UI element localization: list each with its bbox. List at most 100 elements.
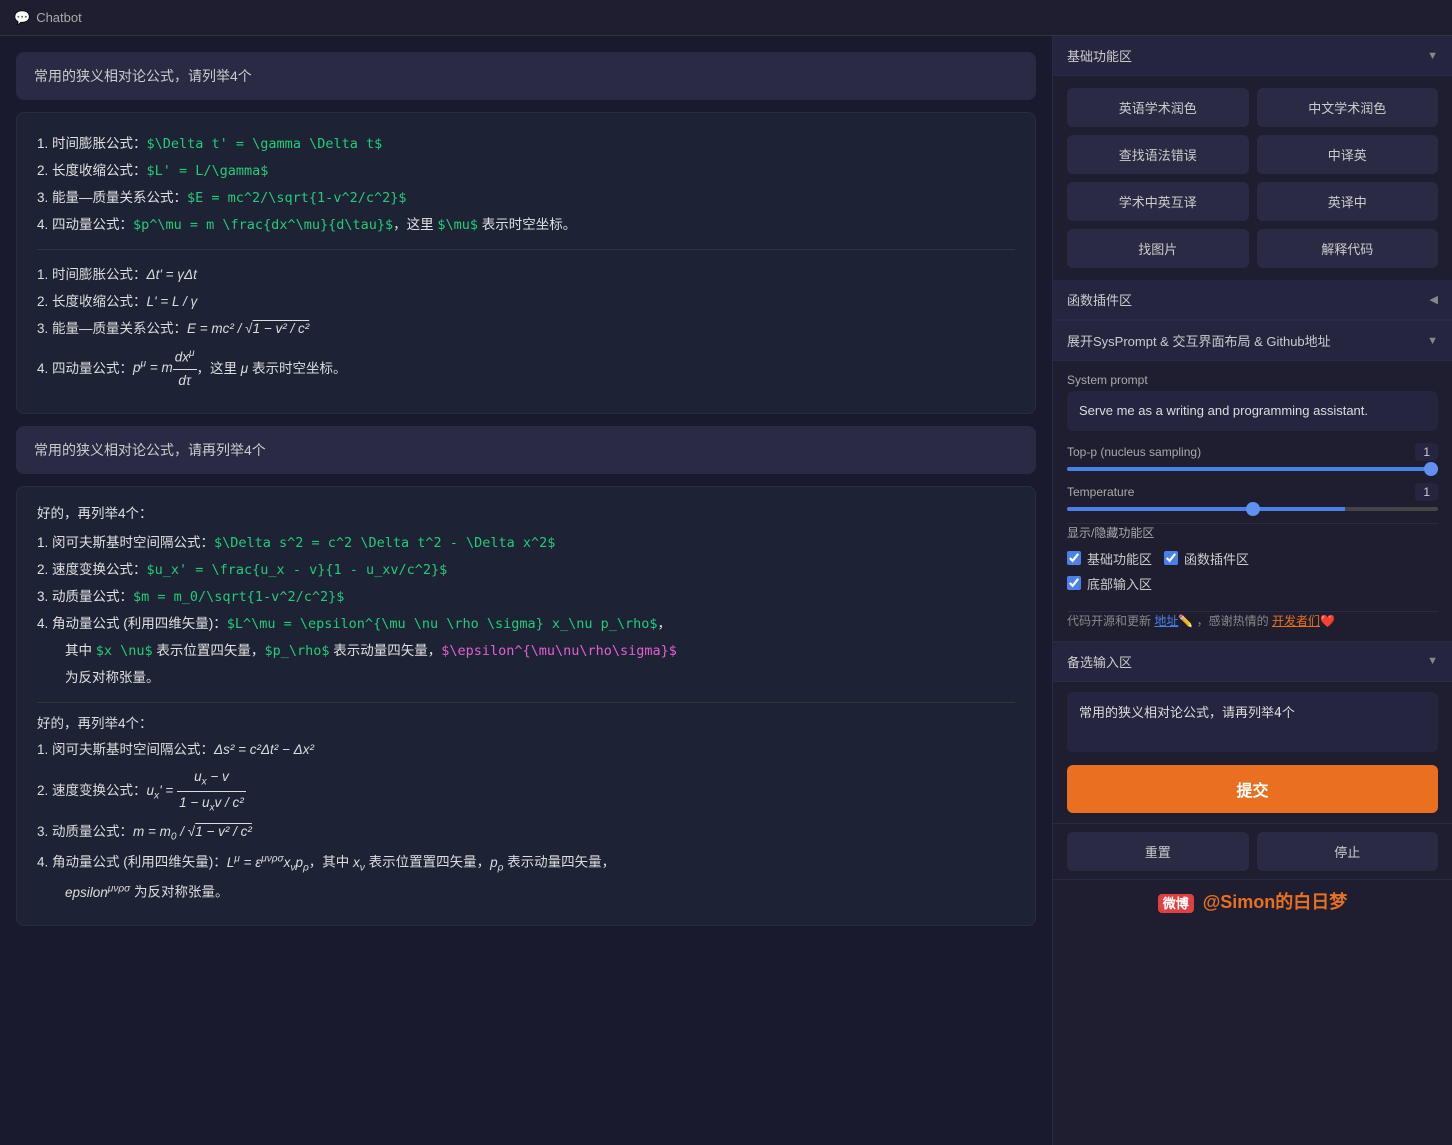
- sysprompt-section-header[interactable]: 展开SysPrompt & 交互界面布局 & Github地址 ▼: [1053, 321, 1452, 361]
- reset-button[interactable]: 重置: [1067, 832, 1249, 871]
- rendered-2d: 4. 角动量公式 (利用四维矢量)：Lμ = εμνρσxνpρ，其中 xν 表…: [37, 850, 1015, 876]
- backup-section-arrow: ▼: [1427, 655, 1438, 667]
- user-message-1: 常用的狭义相对论公式，请列举4个: [16, 52, 1036, 100]
- temp-label-row: Temperature 1: [1067, 483, 1438, 501]
- system-prompt-label: System prompt: [1067, 373, 1438, 387]
- main-layout: 常用的狭义相对论公式，请列举4个 1. 时间膨胀公式：$\Delta t' = …: [0, 36, 1452, 1145]
- sysprompt-section-arrow: ▼: [1427, 335, 1438, 347]
- btn-academic-translate[interactable]: 学术中英互译: [1067, 182, 1249, 221]
- basic-section-header[interactable]: 基础功能区 ▼: [1053, 36, 1452, 76]
- btn-zh-to-en[interactable]: 中译英: [1257, 135, 1439, 174]
- opensource-thanks: ，感谢热情的: [1197, 614, 1269, 628]
- response-2-intro: 好的，再列举4个：: [37, 503, 1015, 526]
- checkbox-bottom[interactable]: 底部输入区: [1067, 574, 1152, 593]
- checkbox-basic-label: 基础功能区: [1087, 549, 1152, 568]
- checkbox-row-2: 底部输入区: [1067, 574, 1438, 593]
- btn-grammar[interactable]: 查找语法错误: [1067, 135, 1249, 174]
- system-prompt-value: Serve me as a writing and programming as…: [1067, 391, 1438, 431]
- sidebar: 基础功能区 ▼ 英语学术润色 中文学术润色 查找语法错误 中译英 学术中英互译 …: [1052, 36, 1452, 1145]
- rendered-section-2: 好的，再列举4个： 1. 闵可夫斯基时空间隔公式：Δs² = c²Δt² − Δ…: [37, 702, 1015, 905]
- checkbox-plugin-input[interactable]: [1164, 551, 1178, 565]
- topp-slider-row: Top-p (nucleus sampling) 1: [1067, 443, 1438, 471]
- checkbox-plugin-label: 函数插件区: [1184, 549, 1249, 568]
- visibility-section: 显示/隐藏功能区 基础功能区 函数插件区: [1067, 523, 1438, 599]
- visibility-title: 显示/隐藏功能区: [1067, 524, 1438, 541]
- bottom-btns: 重置 停止: [1053, 823, 1452, 879]
- plugin-section-header[interactable]: 函数插件区 ◀: [1053, 280, 1452, 320]
- opensource-text: 代码开源和更新: [1067, 614, 1151, 628]
- sysprompt-section-label: 展开SysPrompt & 交互界面布局 & Github地址: [1067, 331, 1331, 350]
- basic-btn-grid: 英语学术润色 中文学术润色 查找语法错误 中译英 学术中英互译 英译中 找图片 …: [1053, 76, 1452, 280]
- item-1c: 3. 能量—质量关系公式：$E = mc^2/\sqrt{1-v^2/c^2}$: [37, 187, 1015, 210]
- assistant-message-1: 1. 时间膨胀公式：$\Delta t' = \gamma \Delta t$ …: [16, 112, 1036, 414]
- checkbox-bottom-label: 底部输入区: [1087, 574, 1152, 593]
- checkbox-basic-input[interactable]: [1067, 551, 1081, 565]
- plugin-section-arrow: ◀: [1430, 293, 1438, 306]
- item-2d: 4. 角动量公式 (利用四维矢量)：$L^\mu = \epsilon^{\mu…: [37, 613, 1015, 636]
- item-2a: 1. 闵可夫斯基时空间隔公式：$\Delta s^2 = c^2 \Delta …: [37, 532, 1015, 555]
- rendered-section-1: 1. 时间膨胀公式：Δt' = γΔt 2. 长度收缩公式：L' = L / γ…: [37, 249, 1015, 393]
- backup-section-header[interactable]: 备选输入区 ▼: [1053, 642, 1452, 682]
- topbar: 💬 Chatbot: [0, 0, 1452, 36]
- sysprompt-section: 展开SysPrompt & 交互界面布局 & Github地址 ▼ System…: [1053, 320, 1452, 641]
- btn-zh-academic[interactable]: 中文学术润色: [1257, 88, 1439, 127]
- rendered-1d: 4. 四动量公式：pμ = mdxμdτ，这里 μ 表示时空坐标。: [37, 345, 1015, 393]
- rendered-1a: 1. 时间膨胀公式：Δt' = γΔt: [37, 264, 1015, 287]
- assistant-message-2: 好的，再列举4个： 1. 闵可夫斯基时空间隔公式：$\Delta s^2 = c…: [16, 486, 1036, 926]
- plugin-section-label: 函数插件区: [1067, 290, 1132, 309]
- user-text-2: 常用的狭义相对论公式，请再列举4个: [34, 442, 266, 458]
- rendered-2c: 3. 动质量公式：m = m0 / √1 − v² / c²: [37, 821, 1015, 846]
- sysprompt-content: System prompt Serve me as a writing and …: [1053, 361, 1452, 641]
- backup-section-label: 备选输入区: [1067, 652, 1132, 671]
- rendered-2d-cont: epsilonμνρσ 为反对称张量。: [37, 880, 1015, 904]
- raw-latex-2: 1. 闵可夫斯基时空间隔公式：$\Delta s^2 = c^2 \Delta …: [37, 532, 1015, 690]
- item-1a: 1. 时间膨胀公式：$\Delta t' = \gamma \Delta t$: [37, 133, 1015, 156]
- temp-slider[interactable]: [1067, 507, 1438, 511]
- btn-explain-code[interactable]: 解释代码: [1257, 229, 1439, 268]
- rendered-2b: 2. 速度变换公式：ux' = ux − v1 − uxv / c²: [37, 766, 1015, 817]
- rendered-2-intro: 好的，再列举4个：: [37, 713, 1015, 736]
- checkbox-bottom-input[interactable]: [1067, 576, 1081, 590]
- basic-section-label: 基础功能区: [1067, 46, 1132, 65]
- topp-slider[interactable]: [1067, 467, 1438, 471]
- rendered-1c: 3. 能量—质量关系公式：E = mc² / √1 − v² / c²: [37, 318, 1015, 341]
- item-2c: 3. 动质量公式：$m = m_0/\sqrt{1-v^2/c^2}$: [37, 586, 1015, 609]
- weibo-watermark: 微博 @Simon的白日梦: [1053, 879, 1452, 922]
- rendered-1b: 2. 长度收缩公式：L' = L / γ: [37, 291, 1015, 314]
- item-2b: 2. 速度变换公式：$u_x' = \frac{u_x - v}{1 - u_x…: [37, 559, 1015, 582]
- backup-textarea[interactable]: 常用的狭义相对论公式，请再列举4个: [1067, 692, 1438, 752]
- basic-section-arrow: ▼: [1427, 50, 1438, 62]
- submit-button[interactable]: 提交: [1067, 765, 1438, 813]
- user-message-2: 常用的狭义相对论公式，请再列举4个: [16, 426, 1036, 474]
- app-title: Chatbot: [36, 10, 82, 25]
- btn-find-image[interactable]: 找图片: [1067, 229, 1249, 268]
- opensource-link[interactable]: 地址: [1154, 614, 1178, 628]
- raw-latex-1: 1. 时间膨胀公式：$\Delta t' = \gamma \Delta t$ …: [37, 133, 1015, 237]
- stop-button[interactable]: 停止: [1257, 832, 1439, 871]
- topp-label-row: Top-p (nucleus sampling) 1: [1067, 443, 1438, 461]
- temp-label: Temperature: [1067, 485, 1134, 499]
- chat-icon: 💬: [14, 10, 30, 26]
- opensource-devs-link[interactable]: 开发者们: [1272, 614, 1320, 628]
- item-2d-cont1: 其中 $x \nu$ 表示位置四矢量，$p_\rho$ 表示动量四矢量，$\ep…: [37, 640, 1015, 663]
- temp-value: 1: [1415, 483, 1438, 501]
- btn-en-academic[interactable]: 英语学术润色: [1067, 88, 1249, 127]
- user-text-1: 常用的狭义相对论公式，请列举4个: [34, 68, 252, 84]
- topbar-title: 💬 Chatbot: [14, 10, 82, 26]
- checkbox-row-1: 基础功能区 函数插件区: [1067, 549, 1438, 568]
- checkbox-plugin[interactable]: 函数插件区: [1164, 549, 1249, 568]
- chat-area: 常用的狭义相对论公式，请列举4个 1. 时间膨胀公式：$\Delta t' = …: [0, 36, 1052, 1145]
- topp-value: 1: [1415, 443, 1438, 461]
- rendered-2a: 1. 闵可夫斯基时空间隔公式：Δs² = c²Δt² − Δx²: [37, 739, 1015, 762]
- temp-slider-row: Temperature 1: [1067, 483, 1438, 511]
- item-1d: 4. 四动量公式：$p^\mu = m \frac{dx^\mu}{d\tau}…: [37, 214, 1015, 237]
- weibo-icon: 微博: [1158, 894, 1194, 913]
- opensource-row: 代码开源和更新 地址✏️ ，感谢热情的 开发者们❤️: [1067, 611, 1438, 629]
- backup-section: 备选输入区 ▼ 常用的狭义相对论公式，请再列举4个 提交 重置 停止: [1053, 641, 1452, 879]
- checkbox-basic[interactable]: 基础功能区: [1067, 549, 1152, 568]
- item-1b: 2. 长度收缩公式：$L' = L/\gamma$: [37, 160, 1015, 183]
- btn-en-to-zh[interactable]: 英译中: [1257, 182, 1439, 221]
- item-2d-cont2: 为反对称张量。: [37, 667, 1015, 690]
- topp-label: Top-p (nucleus sampling): [1067, 445, 1201, 459]
- sysprompt-label-text: System prompt Serve me as a writing and …: [1067, 373, 1438, 431]
